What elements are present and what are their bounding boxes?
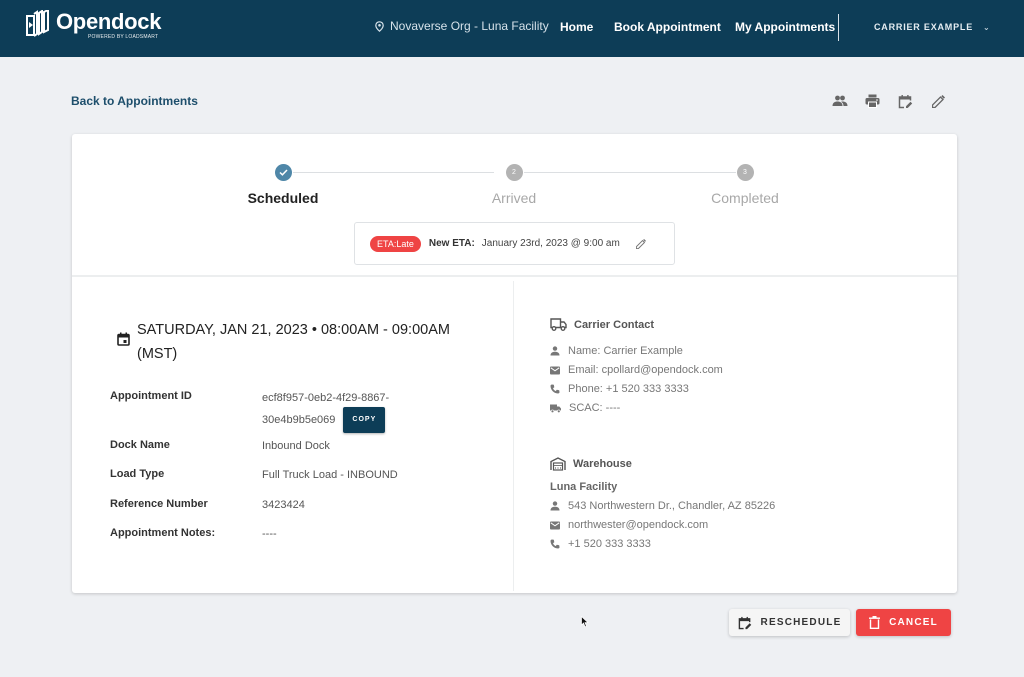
step-label: Scheduled: [247, 190, 319, 206]
phone-icon: [550, 384, 560, 394]
nav-book-appointment[interactable]: Book Appointment: [614, 20, 721, 34]
detail-label: Dock Name: [110, 439, 170, 451]
nav-divider: [838, 14, 839, 41]
warehouse-address-line: 543 Northwestern Dr., Chandler, AZ 85226: [550, 500, 775, 512]
edit-button[interactable]: [929, 92, 948, 110]
step-number-badge: 3: [736, 164, 754, 181]
carrier-phone: Phone: +1 520 333 3333: [568, 383, 689, 395]
cancel-appointment-button[interactable]: CANCEL: [856, 609, 951, 636]
carrier-contact-title: Carrier Contact: [574, 318, 655, 331]
print-button[interactable]: [863, 92, 882, 110]
warehouse-email-line: northwester@opendock.com: [550, 519, 708, 531]
cancel-label: CANCEL: [889, 617, 938, 628]
detail-value: Full Truck Load - INBOUND: [262, 469, 398, 481]
step-scheduled: Scheduled: [243, 164, 323, 206]
warehouse-title: Warehouse: [573, 458, 632, 470]
warehouse-phone: +1 520 333 3333: [568, 538, 651, 550]
step-label: Arrived: [491, 190, 537, 206]
back-to-appointments-link[interactable]: Back to Appointments: [71, 94, 198, 108]
warehouse-icon: [550, 457, 566, 471]
person-icon: [550, 346, 560, 356]
users-icon: [832, 95, 847, 106]
truck-icon: [550, 318, 567, 331]
stepper-connector: [293, 172, 494, 173]
trash-icon: [869, 616, 881, 629]
copy-id-button[interactable]: COPY: [343, 407, 386, 433]
person-icon: [550, 501, 560, 511]
detail-value: Inbound Dock: [262, 440, 330, 452]
carrier-contact-heading: Carrier Contact: [550, 318, 654, 331]
chevron-down-icon: ⌄: [983, 22, 991, 32]
detail-label: Reference Number: [110, 498, 208, 510]
truck-fast-icon: [550, 404, 561, 413]
step-arrived: 2 Arrived: [474, 164, 554, 206]
user-menu-label: CARRIER EXAMPLE: [874, 22, 974, 32]
user-menu[interactable]: CARRIER EXAMPLE ⌄: [874, 22, 991, 32]
detail-value: 3423424: [262, 499, 305, 511]
appointment-status-stepper: Scheduled 2 Arrived 3 Completed ETA:Late…: [72, 134, 957, 277]
detail-label: Appointment ID: [110, 390, 192, 402]
detail-value: ----: [262, 528, 277, 540]
nav-my-appointments[interactable]: My Appointments: [735, 20, 835, 34]
carrier-phone-line: Phone: +1 520 333 3333: [550, 383, 689, 395]
manage-users-button[interactable]: [830, 92, 849, 110]
appointment-toolbar: [830, 92, 948, 110]
warehouse-name: Luna Facility: [550, 481, 618, 493]
facility-selector[interactable]: Novaverse Org - Luna Facility: [375, 19, 549, 33]
appointment-id-line1: ecf8f957-0eb2-4f29-8867-: [262, 392, 390, 404]
opendock-logo-icon: [26, 10, 49, 37]
eta-status-chip: ETA:Late: [370, 235, 421, 252]
warehouse-address: 543 Northwestern Dr., Chandler, AZ 85226: [568, 500, 776, 512]
appointment-id-line2: 30e4b9b5e069: [262, 413, 336, 426]
detail-label: Load Type: [110, 468, 165, 480]
carrier-email-line: Email: cpollard@opendock.com: [550, 364, 723, 376]
carrier-email: Email: cpollard@opendock.com: [568, 364, 723, 376]
reschedule-button[interactable]: RESCHEDULE: [729, 609, 850, 636]
calendar-edit-icon: [898, 94, 913, 108]
eta-panel: ETA:Late New ETA: January 23rd, 2023 @ 9…: [354, 222, 675, 265]
warehouse-heading: Warehouse: [550, 457, 632, 471]
carrier-name-line: Name: Carrier Example: [550, 345, 683, 357]
step-completed: 3 Completed: [700, 164, 790, 206]
phone-icon: [550, 539, 560, 549]
step-label: Completed: [711, 190, 779, 206]
warehouse-phone-line: +1 520 333 3333: [550, 538, 651, 550]
reschedule-toolbar-button[interactable]: [896, 92, 915, 110]
pencil-icon: [635, 238, 646, 249]
facility-label: Novaverse Org - Luna Facility: [390, 19, 549, 33]
detail-label: Appointment Notes:: [110, 527, 216, 539]
printer-icon: [865, 94, 880, 108]
opendock-logo[interactable]: Opendock POWERED BY LOADSMART: [25, 10, 161, 40]
warehouse-email: northwester@opendock.com: [568, 519, 709, 531]
carrier-scac: SCAC: ----: [569, 402, 621, 414]
edit-eta-button[interactable]: [635, 238, 646, 249]
top-navigation-bar: Opendock POWERED BY LOADSMART Novaverse …: [0, 0, 1024, 57]
eta-label: New ETA:: [428, 238, 475, 249]
reschedule-label: RESCHEDULE: [760, 617, 842, 628]
email-icon: [550, 366, 560, 374]
step-number-badge: 2: [505, 164, 523, 181]
calendar-edit-icon: [738, 616, 751, 629]
appointment-details-card: Scheduled 2 Arrived 3 Completed ETA:Late…: [72, 134, 957, 593]
carrier-scac-line: SCAC: ----: [550, 402, 620, 414]
appointment-id-value: ecf8f957-0eb2-4f29-8867- 30e4b9b5e069 COP…: [262, 389, 389, 433]
brand-name: Opendock: [56, 9, 162, 34]
carrier-name: Name: Carrier Example: [568, 345, 683, 357]
location-pin-icon: [375, 20, 384, 32]
email-icon: [550, 521, 560, 529]
pencil-icon: [932, 94, 945, 108]
appointment-datetime: SATURDAY, JAN 21, 2023 • 08:00AM - 09:00…: [117, 318, 477, 366]
brand-tagline: POWERED BY LOADSMART: [88, 34, 159, 40]
column-divider: [513, 281, 514, 591]
appointment-date-time-text: SATURDAY, JAN 21, 2023 • 08:00AM - 09:00…: [137, 322, 450, 362]
eta-value: January 23rd, 2023 @ 9:00 am: [481, 238, 620, 249]
nav-home[interactable]: Home: [560, 20, 593, 34]
checkmark-icon: [278, 169, 288, 176]
calendar-icon: [117, 332, 130, 346]
mouse-cursor-icon: [581, 616, 589, 628]
step-complete-badge: [274, 164, 292, 181]
